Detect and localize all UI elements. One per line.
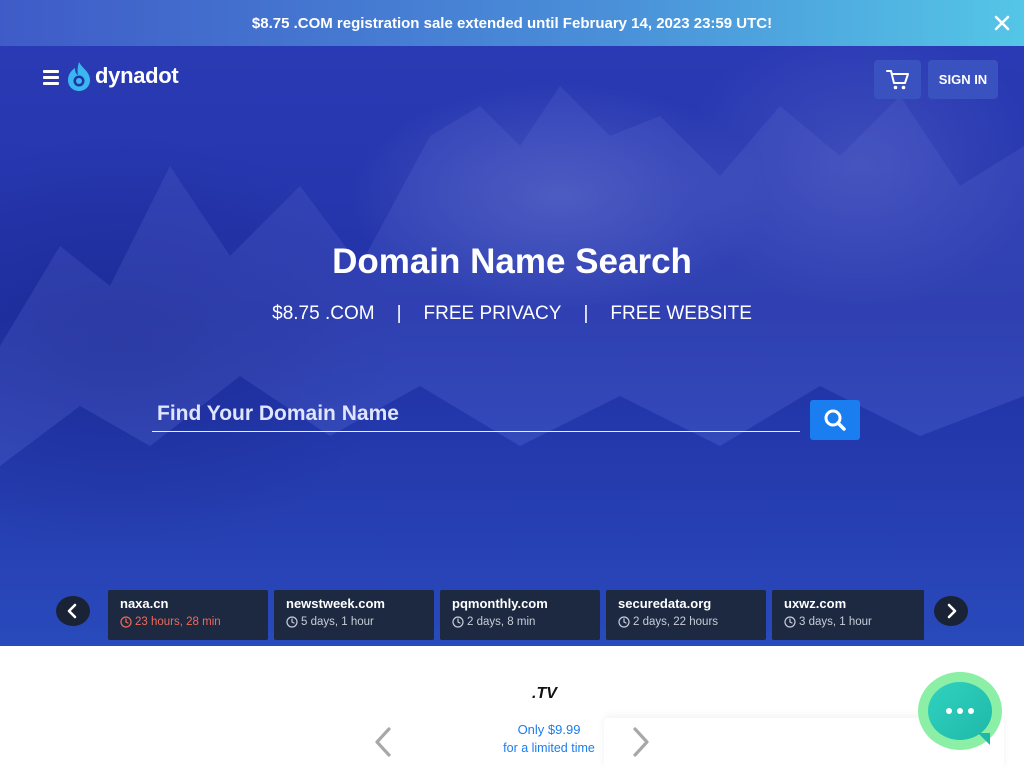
promo-banner: $8.75 .COM registration sale extended un… — [0, 0, 1024, 46]
hero-section: dynadot SIGN IN Domain Name Search $8.75… — [0, 46, 1024, 646]
auction-domain: uxwz.com — [784, 596, 847, 611]
auction-carousel: naxa.cn 23 hours, 28 min newstweek.com 5… — [108, 590, 924, 640]
auction-domain: newstweek.com — [286, 596, 385, 611]
clock-icon — [784, 616, 796, 628]
domain-search-input[interactable] — [152, 396, 800, 432]
tv-tld-logo: .TV — [532, 685, 558, 702]
feature-free-website: FREE WEBSITE — [610, 303, 752, 324]
dynadot-logo-icon — [68, 62, 90, 91]
promo-next-button[interactable] — [630, 726, 652, 763]
search-button[interactable] — [810, 400, 860, 440]
feature-separator: | — [396, 303, 402, 324]
page-title: Domain Name Search — [332, 242, 692, 281]
cart-button[interactable] — [874, 60, 921, 99]
clock-icon — [286, 616, 298, 628]
clock-icon — [120, 616, 132, 628]
carousel-next-button[interactable] — [934, 596, 968, 626]
auction-card[interactable]: uxwz.com 3 days, 1 hour — [772, 590, 924, 640]
carousel-prev-button[interactable] — [56, 596, 90, 626]
auction-domain: pqmonthly.com — [452, 596, 548, 611]
auction-card[interactable]: pqmonthly.com 2 days, 8 min — [440, 590, 600, 640]
auction-time-text: 2 days, 22 hours — [633, 616, 719, 628]
clock-icon — [618, 616, 630, 628]
promo-price[interactable]: Only $9.99 — [0, 722, 1024, 737]
mountain-background — [0, 86, 1024, 646]
banner-text: $8.75 .COM registration sale extended un… — [251, 14, 773, 32]
sign-in-button[interactable]: SIGN IN — [928, 60, 998, 99]
auction-time: 3 days, 1 hour — [784, 616, 920, 628]
auction-domain: naxa.cn — [120, 596, 169, 611]
chat-icon — [928, 682, 992, 745]
promo-section: .TV Only $9.99 for a limited time — [0, 646, 1024, 768]
hero-features: $8.75 .COM | FREE PRIVACY | FREE WEBSITE — [0, 303, 1024, 325]
chevron-right-icon — [633, 727, 649, 757]
feature-separator: | — [583, 303, 589, 324]
cart-icon — [885, 69, 909, 89]
chevron-left-icon — [67, 603, 77, 619]
feature-free-privacy: FREE PRIVACY — [423, 303, 562, 324]
svg-text:.TV: .TV — [532, 685, 558, 702]
auction-time: 5 days, 1 hour — [286, 616, 422, 628]
promo-duration[interactable]: for a limited time — [0, 741, 1024, 755]
logo[interactable]: dynadot — [66, 60, 179, 92]
chat-button[interactable] — [918, 672, 1002, 750]
feature-com-price: $8.75 .COM — [272, 303, 375, 324]
close-icon[interactable] — [990, 11, 1014, 35]
auction-time: 2 days, 8 min — [452, 616, 588, 628]
auction-domain: securedata.org — [618, 596, 712, 611]
chevron-right-icon — [947, 603, 957, 619]
auction-time: 23 hours, 28 min — [120, 616, 256, 628]
auction-card[interactable]: naxa.cn 23 hours, 28 min — [108, 590, 268, 640]
logo-text: dynadot — [95, 63, 179, 88]
search-icon — [824, 409, 846, 431]
auction-time: 2 days, 22 hours — [618, 616, 754, 628]
menu-icon[interactable] — [43, 70, 59, 85]
auction-time-text: 5 days, 1 hour — [301, 616, 374, 628]
auction-time-text: 23 hours, 28 min — [135, 616, 221, 628]
auction-time-text: 3 days, 1 hour — [799, 616, 872, 628]
clock-icon — [452, 616, 464, 628]
auction-card[interactable]: securedata.org 2 days, 22 hours — [606, 590, 766, 640]
auction-time-text: 2 days, 8 min — [467, 616, 536, 628]
auction-card[interactable]: newstweek.com 5 days, 1 hour — [274, 590, 434, 640]
